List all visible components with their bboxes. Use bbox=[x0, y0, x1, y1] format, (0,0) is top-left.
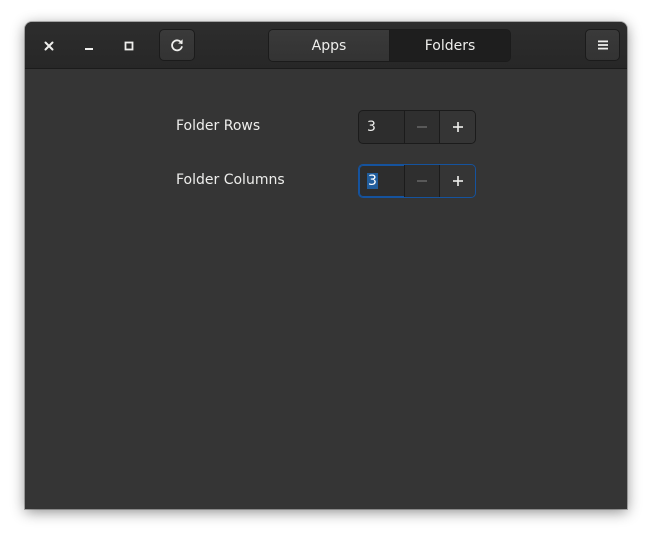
folder-rows-input[interactable]: 3 bbox=[359, 111, 404, 143]
tab-apps[interactable]: Apps bbox=[269, 30, 390, 61]
minus-icon bbox=[416, 126, 427, 128]
folder-rows-increment-button[interactable] bbox=[439, 111, 475, 143]
tab-folders-label: Folders bbox=[424, 37, 476, 54]
maximize-icon bbox=[124, 41, 134, 51]
refresh-icon bbox=[171, 39, 183, 52]
headerbar: Apps Folders bbox=[25, 22, 627, 69]
folder-columns-value: 3 bbox=[367, 173, 378, 189]
minimize-icon bbox=[85, 48, 93, 50]
folder-columns-increment-button[interactable] bbox=[439, 165, 475, 197]
folder-rows-spinbutton: 3 bbox=[358, 110, 476, 144]
folder-rows-decrement-button[interactable] bbox=[403, 111, 440, 143]
folder-columns-input[interactable]: 3 bbox=[359, 165, 404, 197]
view-switcher: Apps Folders bbox=[268, 29, 511, 62]
tab-folders[interactable]: Folders bbox=[390, 30, 510, 61]
tab-apps-label: Apps bbox=[311, 37, 347, 54]
folder-rows-value: 3 bbox=[367, 119, 376, 135]
hamburger-menu-icon bbox=[597, 40, 608, 50]
folder-columns-spinbutton: 3 bbox=[358, 164, 476, 198]
plus-icon bbox=[452, 176, 463, 186]
folder-rows-label: Folder Rows bbox=[176, 118, 261, 134]
plus-icon bbox=[452, 122, 463, 132]
refresh-button[interactable] bbox=[159, 29, 195, 61]
close-window-button[interactable] bbox=[37, 34, 61, 58]
maximize-window-button[interactable] bbox=[117, 34, 141, 58]
folder-columns-decrement-button[interactable] bbox=[403, 165, 440, 197]
app-window: Apps Folders Folder Rows 3 Folder Column… bbox=[25, 22, 627, 509]
minus-icon bbox=[416, 180, 427, 182]
close-icon bbox=[44, 41, 54, 51]
menu-button[interactable] bbox=[585, 29, 620, 61]
minimize-window-button[interactable] bbox=[77, 34, 101, 58]
folder-columns-label: Folder Columns bbox=[176, 172, 285, 188]
